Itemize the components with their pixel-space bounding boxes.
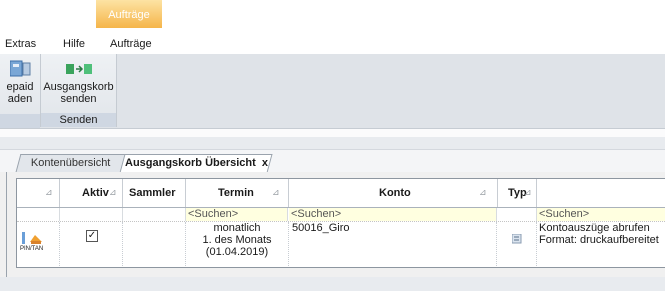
filter-icon[interactable]: ⊿ — [109, 188, 118, 197]
tab-ausgangskorb-uebersicht[interactable]: Ausgangskorb Übersicht x — [119, 154, 273, 173]
prepaid-laden-button[interactable]: epaid aden — [0, 60, 40, 105]
search-termin-input[interactable]: <Suchen> — [186, 208, 288, 221]
beschreibung-line-1: Kontoauszüge abrufen — [539, 222, 650, 234]
column-aktiv-label: Aktiv — [82, 187, 109, 199]
pintan-icon — [22, 232, 42, 244]
pintan-label: PIN/TAN — [20, 246, 44, 252]
beschreibung-cell: Kontoauszüge abrufen Format: druckaufber… — [537, 222, 665, 266]
row-type-cell: PIN/TAN — [17, 222, 60, 266]
ribbon-group-senden: Ausgangskorb senden Senden — [41, 54, 117, 127]
table-row[interactable]: PIN/TAN ✓ monatlich 1. des Monats (01.04… — [17, 222, 665, 266]
prepaid-icon — [9, 60, 31, 77]
sammler-cell — [123, 222, 186, 266]
filter-icon[interactable]: ⊿ — [524, 188, 533, 197]
column-header-beschreibung[interactable] — [537, 179, 665, 207]
prepaid-label-2: aden — [7, 93, 33, 105]
column-header-icon[interactable]: ⊿ — [17, 179, 60, 207]
beschreibung-line-2: Format: druckaufbereitet — [539, 234, 659, 246]
prepaid-label-1: epaid — [6, 81, 34, 93]
tab-kontenuebersicht-label: Kontenübersicht — [31, 157, 111, 169]
termin-line-2: 1. des Monats — [202, 234, 272, 246]
filter-icon[interactable]: ⊿ — [479, 188, 488, 197]
ausgangskorb-label-1: Ausgangskorb — [43, 81, 114, 93]
column-header-typ[interactable]: Typ ⊿ — [498, 179, 537, 207]
search-cell-empty — [17, 208, 60, 221]
ribbon-group-label: Senden — [41, 113, 116, 127]
termin-cell: monatlich 1. des Monats (01.04.2019) — [186, 222, 289, 266]
grid-header: ⊿ Aktiv ⊿ Sammler Termin ⊿ Konto ⊿ Typ ⊿ — [17, 179, 665, 208]
ribbon-group-label-bg — [0, 114, 40, 128]
konto-cell: 50016_Giro — [289, 222, 497, 266]
aktiv-cell: ✓ — [60, 222, 123, 266]
document-tabs: Kontenübersicht Ausgangskorb Übersicht x — [0, 150, 665, 173]
close-tab-icon[interactable]: x — [261, 157, 267, 169]
toolbar-strip — [0, 137, 665, 150]
filter-icon[interactable]: ⊿ — [45, 188, 54, 197]
menu-hilfe[interactable]: Hilfe — [63, 38, 85, 50]
grid-container: ⊿ Aktiv ⊿ Sammler Termin ⊿ Konto ⊿ Typ ⊿ — [6, 172, 665, 277]
document-icon — [512, 234, 522, 244]
context-tab-auftraege[interactable]: Aufträge — [96, 0, 162, 28]
column-header-termin[interactable]: Termin ⊿ — [186, 179, 289, 207]
termin-line-1: monatlich — [213, 222, 261, 234]
search-cell-empty — [60, 208, 123, 221]
aktiv-checkbox[interactable]: ✓ — [86, 230, 98, 242]
menu-bar: Extras Hilfe Aufträge — [0, 33, 665, 53]
search-konto-input[interactable]: <Suchen> — [289, 208, 497, 221]
filter-icon[interactable]: ⊿ — [272, 188, 281, 197]
ausgangskorb-senden-button[interactable]: Ausgangskorb senden — [41, 60, 116, 105]
search-beschreibung-input[interactable]: <Suchen> — [537, 208, 665, 221]
column-header-konto[interactable]: Konto ⊿ — [289, 179, 498, 207]
tab-ausgangskorb-label: Ausgangskorb Übersicht — [124, 157, 256, 169]
column-termin-label: Termin — [218, 187, 254, 199]
typ-cell — [498, 222, 537, 266]
ausgangskorb-label-2: senden — [60, 93, 97, 105]
column-konto-label: Konto — [379, 187, 411, 199]
separator — [0, 129, 665, 137]
column-header-aktiv[interactable]: Aktiv ⊿ — [60, 179, 123, 207]
tab-kontenuebersicht[interactable]: Kontenübersicht — [15, 154, 127, 172]
orders-grid: ⊿ Aktiv ⊿ Sammler Termin ⊿ Konto ⊿ Typ ⊿ — [16, 178, 665, 268]
ribbon: epaid aden Ausgangskorb senden Senden — [0, 54, 665, 129]
search-row: <Suchen> <Suchen> <Suchen> — [17, 208, 665, 222]
send-outbox-icon — [65, 64, 92, 74]
search-cell-empty — [498, 208, 537, 221]
menu-extras[interactable]: Extras — [5, 38, 36, 50]
column-sammler-label: Sammler — [129, 187, 176, 199]
menu-auftraege[interactable]: Aufträge — [110, 38, 152, 50]
status-area — [0, 277, 665, 291]
termin-line-3: (01.04.2019) — [205, 246, 269, 258]
column-header-sammler[interactable]: Sammler — [123, 179, 186, 207]
search-cell-empty — [123, 208, 186, 221]
